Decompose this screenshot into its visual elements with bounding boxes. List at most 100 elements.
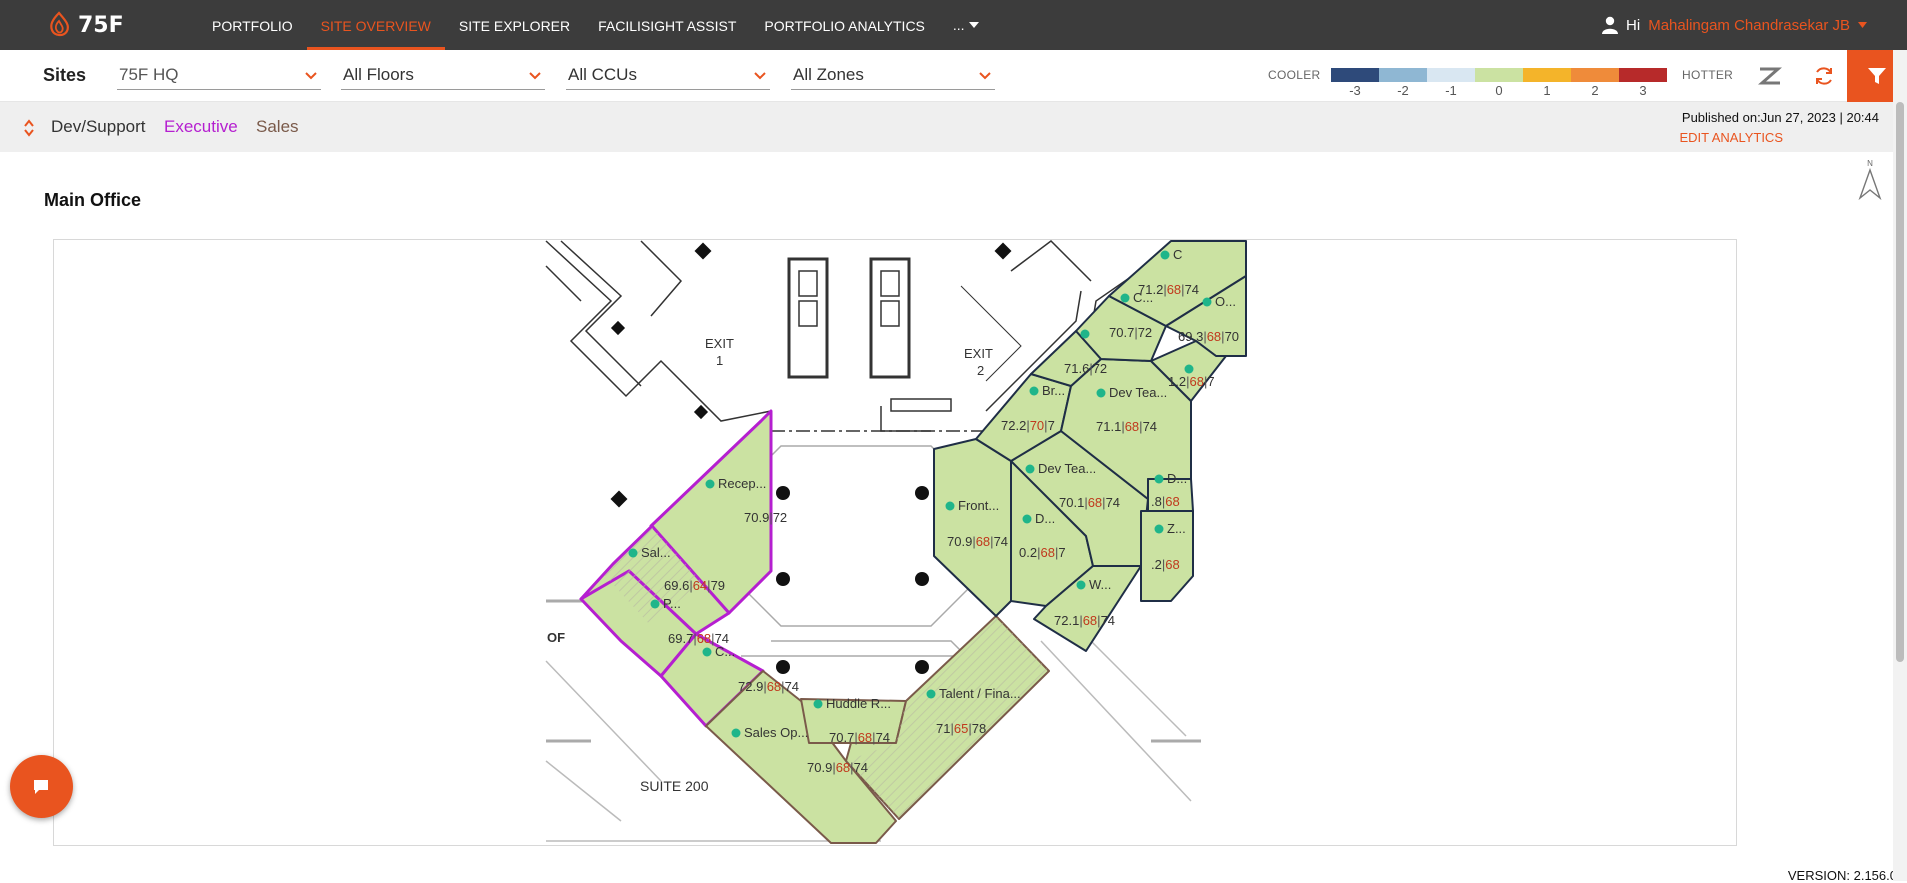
- zone-name[interactable]: P...: [663, 596, 681, 611]
- scale-value: -3: [1349, 83, 1361, 98]
- chevron-down-icon: [529, 72, 541, 80]
- nav-item-more[interactable]: ...: [939, 0, 993, 50]
- nav-item-facilisight-assist[interactable]: FACILISIGHT ASSIST: [584, 0, 750, 50]
- user-name: Mahalingam Chandrasekar JB: [1648, 16, 1850, 34]
- scale-value: -1: [1445, 83, 1457, 98]
- nav-item-portfolio-analytics[interactable]: PORTFOLIO ANALYTICS: [750, 0, 939, 50]
- nav-item-site-overview[interactable]: SITE OVERVIEW: [306, 0, 445, 50]
- published-timestamp: Published on:Jun 27, 2023 | 20:44: [1681, 110, 1879, 125]
- zone-name[interactable]: Dev Tea...: [1109, 385, 1167, 400]
- zone-shape-front[interactable]: [933, 438, 1012, 617]
- scale-cell: [1331, 68, 1379, 82]
- zone-temperature-readout: 71|65|78: [936, 721, 986, 736]
- edit-analytics-link[interactable]: EDIT ANALYTICS: [1679, 130, 1783, 145]
- exit-number: 1: [716, 353, 723, 368]
- zone-status-dot: [1184, 364, 1194, 374]
- zone-name[interactable]: Front...: [958, 498, 999, 513]
- scale-cell: [1523, 68, 1571, 82]
- chevron-down-icon: [305, 72, 317, 80]
- zone-name[interactable]: Sales Op...: [744, 725, 808, 740]
- caret-down-icon: [1858, 22, 1867, 28]
- zone-temperature-readout: 70.7|68|74: [829, 730, 890, 745]
- zone-status-dot: [1160, 250, 1170, 260]
- chevron-down-icon: [979, 72, 991, 80]
- sort-toggle-icon[interactable]: [23, 118, 35, 138]
- zone-status-dot: [628, 548, 638, 558]
- nav-item-portfolio[interactable]: PORTFOLIO: [198, 0, 307, 50]
- sites-label: Sites: [43, 65, 87, 85]
- chat-bubble-icon: [34, 780, 48, 794]
- zone-name[interactable]: Talent / Fina...: [939, 686, 1021, 701]
- tag-sales[interactable]: Sales: [256, 117, 299, 137]
- north-label: N: [1867, 159, 1873, 168]
- zone-temperature-readout: 69.6|64|79: [664, 578, 725, 593]
- scale-cell: [1571, 68, 1619, 82]
- scale-value: 0: [1495, 83, 1503, 98]
- zone-name[interactable]: D...: [1167, 471, 1187, 486]
- funnel-icon: [1868, 68, 1886, 84]
- floor-plan[interactable]: EXIT 1 EXIT 2 SUITE 200 OF Recep... 70.9…: [53, 239, 1737, 846]
- zone-temperature-readout: 72.2|70|7: [1001, 418, 1055, 433]
- zone-name[interactable]: O...: [1215, 294, 1236, 309]
- ccu-select[interactable]: All CCUs: [566, 62, 770, 90]
- zone-name[interactable]: C: [1173, 247, 1182, 262]
- zone-name[interactable]: Br...: [1042, 383, 1065, 398]
- zone-status-dot: [1025, 464, 1035, 474]
- zone-status-dot: [1080, 329, 1090, 339]
- tag-dev-support[interactable]: Dev/Support: [51, 117, 146, 137]
- zone-status-dot: [1202, 297, 1212, 307]
- scale-values: -3 -2 -1 0 1 2 3: [1331, 83, 1667, 98]
- zone-name[interactable]: W...: [1089, 577, 1111, 592]
- zendesk-icon[interactable]: [1758, 64, 1782, 88]
- user-icon: [1602, 16, 1619, 34]
- scale-cell: [1619, 68, 1667, 82]
- zone-name[interactable]: Z...: [1167, 521, 1186, 536]
- caret-down-icon: [968, 22, 979, 28]
- ccu-select-value: All CCUs: [568, 65, 637, 84]
- zone-status-dot: [650, 599, 660, 609]
- page-scrollbar[interactable]: [1893, 50, 1907, 881]
- scale-cooler-label: COOLER: [1268, 68, 1321, 82]
- nav-more-label: ...: [952, 17, 965, 33]
- zone-name[interactable]: Dev Tea...: [1038, 461, 1096, 476]
- nav-item-site-explorer[interactable]: SITE EXPLORER: [445, 0, 584, 50]
- tag-executive[interactable]: Executive: [164, 117, 238, 137]
- zone-temperature-readout: 1.2|68|7: [1168, 374, 1215, 389]
- refresh-icon[interactable]: [1812, 64, 1836, 88]
- zone-name[interactable]: C...: [715, 644, 735, 659]
- zone-name[interactable]: Recep...: [718, 476, 766, 491]
- zone-name[interactable]: Sal...: [641, 545, 671, 560]
- scale-cell: [1427, 68, 1475, 82]
- top-navigation-bar: 75F PORTFOLIO SITE OVERVIEW SITE EXPLORE…: [0, 0, 1907, 50]
- site-select-value: 75F HQ: [119, 65, 179, 84]
- app-logo[interactable]: 75F: [46, 11, 124, 39]
- of-label: OF: [547, 630, 565, 645]
- floor-select[interactable]: All Floors: [341, 62, 545, 90]
- zone-status-dot: [705, 479, 715, 489]
- zone-name[interactable]: Huddle R...: [826, 696, 891, 711]
- user-greeting: Hi: [1626, 16, 1641, 34]
- site-select[interactable]: 75F HQ: [117, 62, 321, 90]
- floor-plan-canvas: EXIT 1 EXIT 2 SUITE 200 OF Recep...70.9|…: [545, 240, 1247, 844]
- zone-status-dot: [1154, 524, 1164, 534]
- zone-name[interactable]: D...: [1035, 511, 1055, 526]
- scale-cell: [1475, 68, 1523, 82]
- user-menu[interactable]: Hi Mahalingam Chandrasekar JB: [1602, 0, 1867, 50]
- floor-title: Main Office: [44, 190, 142, 210]
- zone-status-dot: [926, 689, 936, 699]
- zone-select[interactable]: All Zones: [791, 62, 995, 90]
- zone-select-value: All Zones: [793, 65, 864, 84]
- zone-temperature-readout: 70.1|68|74: [1059, 495, 1120, 510]
- scale-value: 2: [1591, 83, 1599, 98]
- zone-status-dot: [945, 501, 955, 511]
- zone-temperature-readout: 69.3|68|70: [1178, 329, 1239, 344]
- zone-temperature-readout: 0.2|68|7: [1019, 545, 1066, 560]
- zone-temperature-readout: 70.7|72: [1109, 325, 1152, 340]
- scrollbar-thumb[interactable]: [1896, 102, 1904, 662]
- suite-label: SUITE 200: [640, 778, 709, 794]
- north-arrow-icon: N: [1858, 159, 1882, 201]
- floor-select-value: All Floors: [343, 65, 414, 84]
- chat-button[interactable]: [10, 755, 73, 818]
- scale-cell: [1379, 68, 1427, 82]
- zone-status-dot: [1154, 474, 1164, 484]
